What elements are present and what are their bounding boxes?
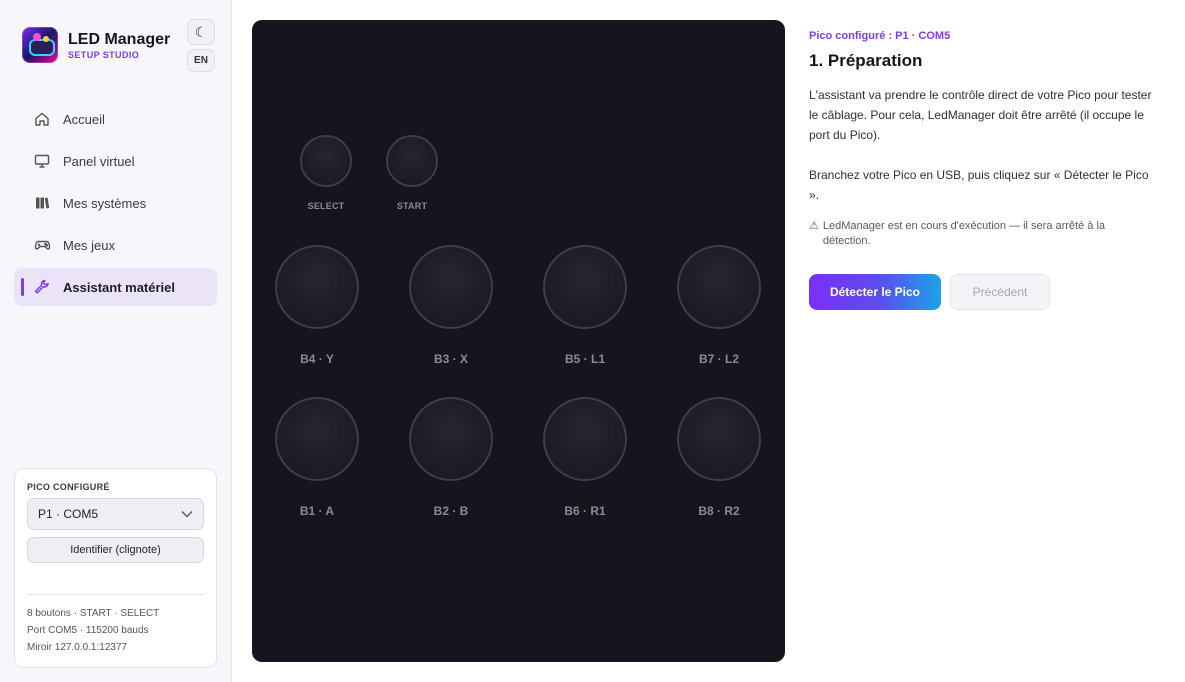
pico-select[interactable]: P1 · COM5 (27, 498, 204, 530)
identify-button[interactable]: Identifier (clignote) (27, 537, 204, 563)
wizard-content: Pico configuré : P1 · COM5 1. Préparatio… (809, 30, 1154, 310)
pico-select-value: P1 · COM5 (38, 507, 99, 521)
warning-text: LedManager est en cours d'exécution — il… (822, 220, 1106, 247)
arcade-button-label: B7 · L2 (698, 352, 739, 366)
arcade-button-label: B4 · Y (300, 352, 334, 366)
app-logo (22, 27, 58, 63)
monitor-icon (33, 152, 51, 170)
start-button-label: START (396, 201, 428, 211)
gamepad-icon (33, 236, 51, 254)
start-button-circle[interactable] (386, 135, 438, 187)
app-subtitle: SETUP STUDIO (68, 49, 140, 60)
arcade-button-b4[interactable] (275, 245, 359, 329)
sidebar: LED Manager SETUP STUDIO ☾ EN Accueil Pa… (0, 0, 232, 682)
step-instruction: Branchez votre Pico en USB, puis cliquez… (809, 168, 1149, 202)
arcade-button-label: B2 · B (433, 504, 469, 518)
home-icon (33, 110, 51, 128)
nav-label: Mes systèmes (63, 195, 147, 211)
nav-item-accueil[interactable]: Accueil (14, 100, 217, 138)
wrench-icon (33, 278, 51, 296)
pico-info-buttons: 8 boutons · START · SELECT (27, 608, 160, 619)
step-description: L'assistant va prendre le contrôle direc… (809, 88, 1152, 142)
wizard-actions: Détecter le Pico Précédent (809, 274, 1154, 310)
arcade-button-label: B6 · R1 (564, 504, 606, 518)
moon-icon: ☾ (194, 23, 208, 40)
language-button[interactable]: EN (187, 49, 215, 72)
nav-item-assistant-materiel[interactable]: Assistant matériel (14, 268, 217, 306)
detect-pico-button[interactable]: Détecter le Pico (809, 274, 941, 310)
pico-info-mirror: Miroir 127.0.0.1:12377 (27, 642, 128, 653)
arcade-button-b7[interactable] (677, 245, 761, 329)
divider (27, 594, 204, 595)
theme-toggle-button[interactable]: ☾ (187, 19, 215, 45)
nav-label: Panel virtuel (63, 153, 135, 169)
nav-item-mes-systemes[interactable]: Mes systèmes (14, 184, 217, 222)
brand: LED Manager SETUP STUDIO (22, 27, 170, 63)
warning-notice: ⚠ LedManager est en cours d'exécution — … (809, 219, 1154, 249)
warning-icon: ⚠ (809, 220, 819, 232)
nav-item-mes-jeux[interactable]: Mes jeux (14, 226, 217, 264)
pico-config-card: PICO CONFIGURÉ P1 · COM5 Identifier (cli… (14, 468, 217, 668)
arcade-button-label: B5 · L1 (564, 352, 605, 366)
library-icon (33, 194, 51, 212)
arcade-button-b8[interactable] (677, 397, 761, 481)
arcade-panel: SELECT START B4 · Y B3 · X B5 · L1 B7 · … (252, 20, 785, 662)
chevron-down-icon (181, 507, 193, 521)
nav-label: Assistant matériel (63, 279, 175, 295)
arcade-button-b1[interactable] (275, 397, 359, 481)
main-nav: Accueil Panel virtuel Mes systèmes Mes j… (14, 100, 217, 310)
arcade-button-label: B1 · A (299, 504, 335, 518)
nav-label: Mes jeux (63, 237, 116, 253)
arcade-button-b3[interactable] (409, 245, 493, 329)
pico-info: 8 boutons · START · SELECT Port COM5 · 1… (27, 605, 204, 656)
step-title: 1. Préparation (809, 51, 923, 70)
pico-config-label: PICO CONFIGURÉ (27, 482, 110, 492)
app-title: LED Manager (68, 30, 171, 48)
previous-button[interactable]: Précédent (950, 274, 1050, 310)
pico-status: Pico configuré : P1 · COM5 (809, 30, 951, 42)
select-button-label: SELECT (307, 201, 345, 211)
nav-item-panel-virtuel[interactable]: Panel virtuel (14, 142, 217, 180)
pico-info-port: Port COM5 · 115200 bauds (27, 625, 149, 636)
select-button-circle[interactable] (300, 135, 352, 187)
arcade-button-label: B8 · R2 (698, 504, 740, 518)
arcade-button-label: B3 · X (433, 352, 468, 366)
arcade-button-b2[interactable] (409, 397, 493, 481)
arcade-button-b6[interactable] (543, 397, 627, 481)
nav-label: Accueil (63, 111, 105, 127)
arcade-button-b5[interactable] (543, 245, 627, 329)
